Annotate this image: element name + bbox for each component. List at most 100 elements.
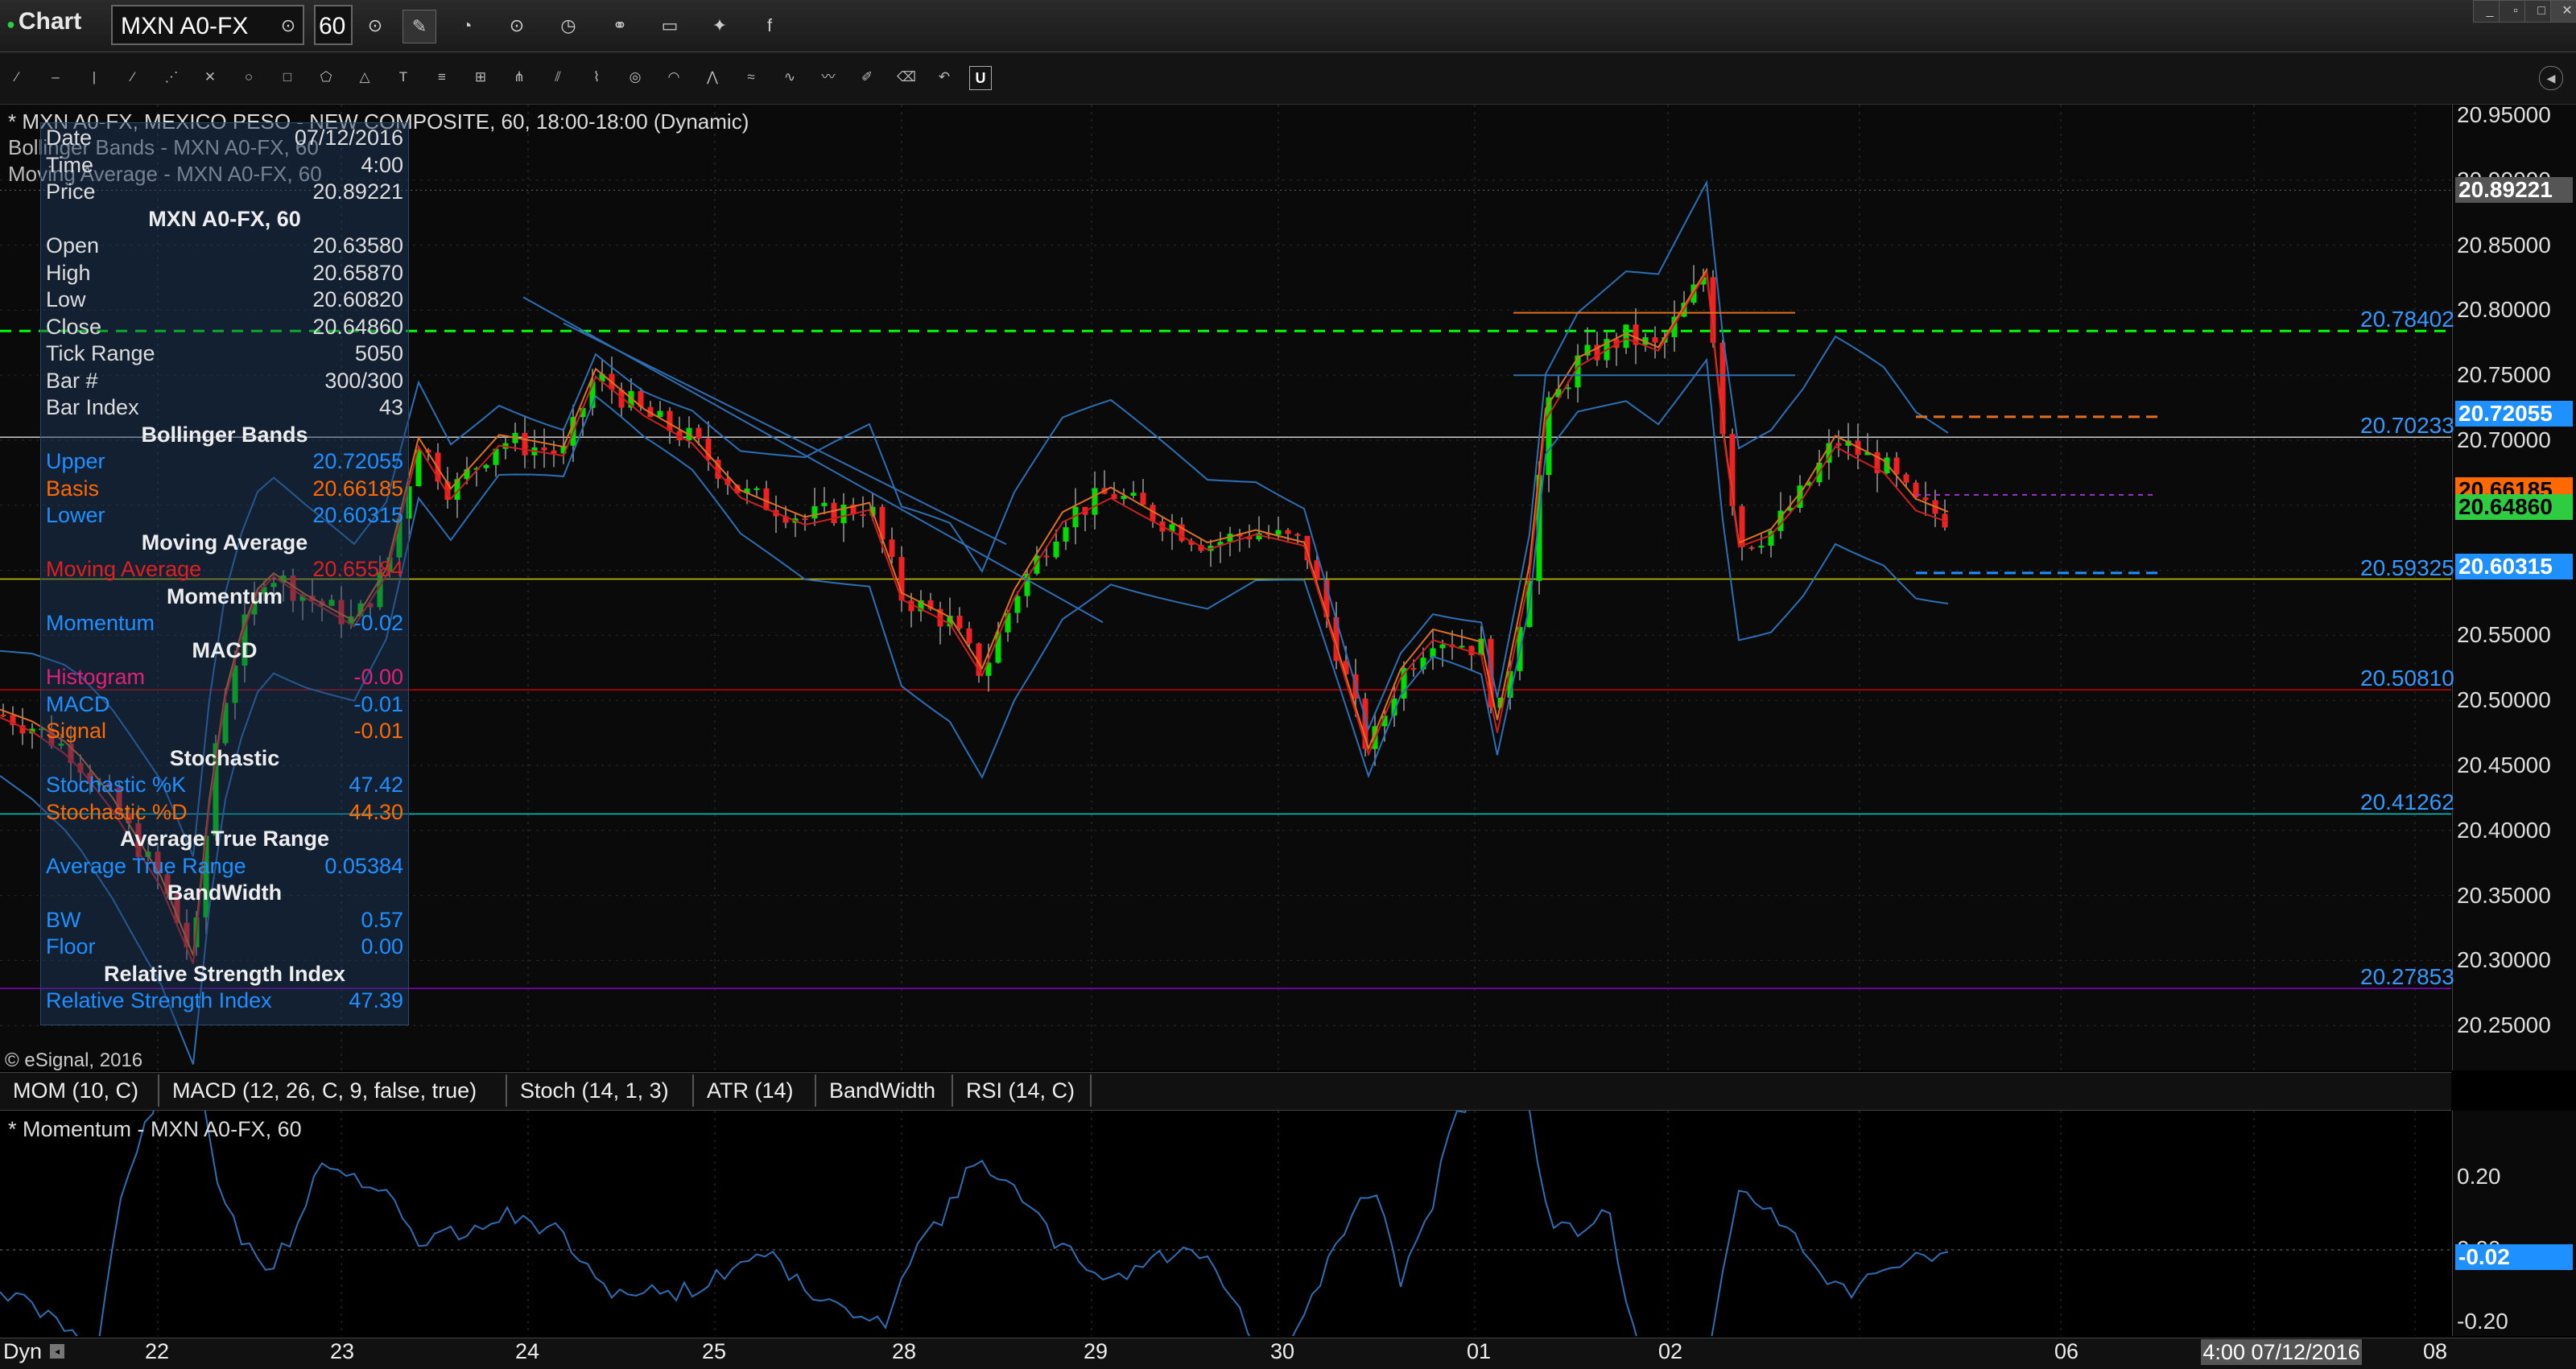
data-value: 20.63580 — [312, 233, 403, 258]
interval-link-icon[interactable]: ⊙ — [359, 10, 391, 42]
time-scale-icon[interactable]: ◂ — [50, 1344, 64, 1359]
data-value: 07/12/2016 — [294, 126, 403, 150]
link-icon[interactable]: ⚭ — [604, 10, 636, 42]
price-axis-label: 20.35000 — [2457, 882, 2551, 908]
data-section-head: MXN A0-FX, 60 — [148, 206, 301, 231]
momentum-current-tag: -0.02 — [2455, 1244, 2573, 1270]
undo-tool-icon[interactable]: ↶ — [935, 66, 953, 89]
dynamic-label[interactable]: Dyn — [3, 1339, 42, 1364]
data-row: Open 20.63580 — [46, 233, 403, 258]
clock-icon[interactable]: ◷ — [552, 10, 584, 42]
data-key: Floor — [46, 934, 96, 959]
underline-tool-icon[interactable]: U — [969, 66, 992, 90]
chat-icon[interactable]: ▭ — [654, 10, 686, 42]
candle-body — [1043, 555, 1050, 558]
window-title: ● Chart — [6, 8, 82, 35]
vertical-line-tool-icon[interactable]: | — [85, 66, 103, 89]
indicator-tab[interactable]: MOM (10, C) — [5, 1074, 159, 1107]
trend-line-tool-icon[interactable]: – — [47, 66, 64, 89]
triangle-tool-icon[interactable]: △ — [356, 66, 374, 89]
indicator-tab[interactable]: BandWidth — [821, 1074, 953, 1107]
toolbar-scroll-icon[interactable]: ◀ — [2539, 66, 2563, 90]
elliott-tool-icon[interactable]: ∿ — [781, 66, 799, 89]
data-row: BW 0.57 — [46, 907, 403, 933]
horizontal-line-tool-icon[interactable]: ⁄ — [124, 66, 142, 89]
candle-body — [1285, 530, 1291, 534]
indicator-tab[interactable]: RSI (14, C) — [958, 1074, 1092, 1107]
arc-tool-icon[interactable]: ◠ — [665, 66, 683, 89]
pitchfork-tool-icon[interactable]: ⋔ — [510, 66, 528, 89]
data-value: 20.65870 — [312, 260, 403, 285]
data-section-head: Average True Range — [119, 827, 330, 851]
data-value: 43 — [378, 395, 403, 419]
ellipse-tool-icon[interactable]: ○ — [240, 66, 258, 89]
symbol-link-icon[interactable]: ⊙ — [272, 10, 304, 42]
wave-tool-icon[interactable]: 〰 — [819, 66, 837, 89]
indicator-tab[interactable]: MACD (12, 26, C, 9, false, true) — [164, 1074, 507, 1107]
momentum-chart[interactable] — [0, 1111, 2451, 1336]
candle-body — [831, 502, 837, 524]
data-value: 0.00 — [361, 934, 403, 959]
candle-body — [811, 506, 818, 519]
candle-body — [1014, 596, 1021, 613]
candle-body — [1748, 546, 1755, 549]
indicator-tab[interactable]: ATR (14) — [699, 1074, 816, 1107]
twitter-icon[interactable]: ✦ — [704, 10, 736, 42]
gann-tool-icon[interactable]: ⊞ — [472, 66, 489, 89]
data-key: Stochastic %K — [46, 773, 187, 797]
cycles-tool-icon[interactable]: ◎ — [626, 66, 644, 89]
data-row: Lower 20.60315 — [46, 502, 403, 528]
speed-tool-icon[interactable]: ≈ — [742, 66, 760, 89]
channel-tool-icon[interactable]: ⫽ — [549, 66, 567, 89]
data-section-head: MACD — [192, 637, 258, 662]
brush-tool-icon[interactable]: ✐ — [858, 66, 876, 89]
data-key: Low — [46, 287, 86, 311]
candle-body — [753, 488, 760, 490]
candle-body — [860, 514, 866, 517]
eraser-tool-icon[interactable]: ⌫ — [897, 66, 916, 89]
polygon-tool-icon[interactable]: ⬠ — [317, 66, 335, 89]
candle-body — [1275, 530, 1282, 535]
level-label: 20.78402 — [2360, 307, 2454, 332]
regression-tool-icon[interactable]: ⌇ — [588, 66, 605, 89]
rectangle-tool-icon[interactable]: □ — [279, 66, 296, 89]
data-key: Moving Average — [46, 557, 202, 581]
indicator-tab[interactable]: Stoch (14, 1, 3) — [512, 1074, 694, 1107]
data-value: -0.01 — [353, 691, 403, 716]
interval-input[interactable]: 60 — [314, 5, 353, 45]
candle-body — [541, 447, 547, 451]
facebook-icon[interactable]: f — [753, 10, 786, 42]
time-cursor-tag: 4:00 07/12/2016 — [2201, 1339, 2362, 1365]
candle-body — [1546, 397, 1552, 476]
data-key: Date — [46, 126, 93, 150]
pencil-icon[interactable]: ✎ — [402, 10, 436, 43]
cross-tool-icon[interactable]: ✕ — [201, 66, 219, 89]
candle-body — [966, 628, 972, 644]
data-value: 0.57 — [361, 907, 403, 932]
candle-body — [1410, 668, 1417, 670]
text-tool-icon[interactable]: T — [394, 66, 412, 89]
line-tool-icon[interactable]: ⁄ — [8, 66, 26, 89]
data-row: Histogram -0.00 — [46, 664, 403, 690]
fibonacci-tool-icon[interactable]: ≡ — [433, 66, 451, 89]
data-section-head: Bollinger Bands — [141, 422, 308, 447]
close-icon[interactable]: ✕ — [2550, 0, 2576, 23]
time-axis-label: 01 — [1467, 1339, 1492, 1363]
data-key: Close — [46, 314, 102, 339]
data-value: 0.05384 — [324, 853, 403, 878]
data-value: 20.89221 — [312, 179, 403, 204]
candle-body — [1623, 324, 1629, 348]
cursor-icon[interactable]: ◔ — [451, 10, 483, 42]
data-value: -0.00 — [353, 665, 403, 689]
time-axis-label: 28 — [892, 1339, 917, 1363]
data-key: Stochastic %D — [46, 799, 188, 824]
candle-body — [1922, 497, 1929, 501]
data-row: Bar # 300/300 — [46, 368, 403, 394]
data-window[interactable]: Date 07/12/2016 Time 4:00 Price 20.89221 MXN A… — [40, 122, 409, 1025]
price-axis-label: 20.30000 — [2457, 947, 2551, 973]
fan-tool-icon[interactable]: ⋀ — [704, 66, 721, 89]
arrow-tool-icon[interactable]: ⋰ — [163, 66, 180, 89]
crosshair-icon[interactable]: ⊙ — [501, 10, 533, 42]
momentum-axis[interactable] — [2452, 1111, 2576, 1336]
price-axis-label: 20.70000 — [2457, 427, 2551, 452]
